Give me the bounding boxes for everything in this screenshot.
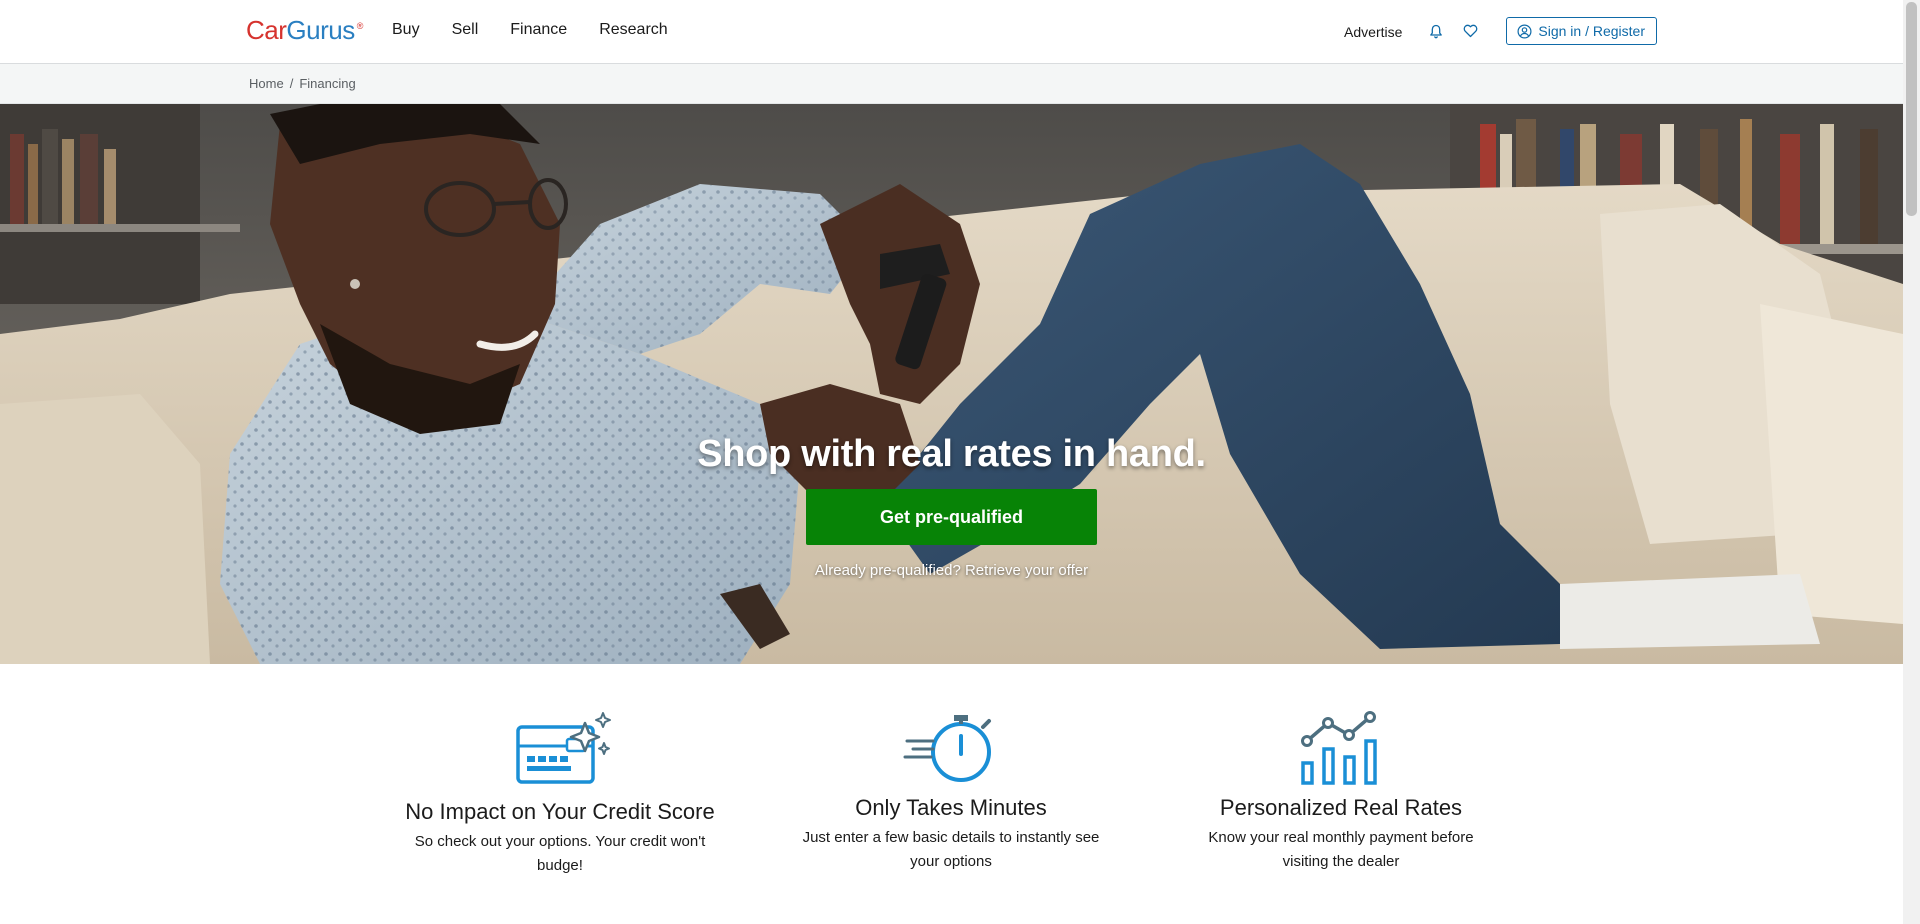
scrollbar-thumb[interactable] [1906, 2, 1917, 216]
feature-real-rates: Personalized Real Rates Know your real m… [1176, 711, 1506, 874]
get-prequalified-button[interactable]: Get pre-qualified [806, 489, 1097, 545]
feature-takes-minutes-title: Only Takes Minutes [855, 795, 1047, 820]
hero-title: Shop with real rates in hand. [697, 433, 1206, 475]
user-circle-icon [1517, 23, 1532, 39]
feature-real-rates-title: Personalized Real Rates [1219, 795, 1463, 820]
breadcrumb-home[interactable]: Home [249, 76, 284, 91]
header-actions: Advertise Sign in / Register [1344, 17, 1657, 45]
page: CarGurus ® Buy Sell Finance Research Adve… [0, 0, 1903, 924]
hero-banner: Shop with real rates in hand. Get pre-qu… [0, 104, 1903, 664]
feature-credit-score: No Impact on Your Credit Score So check … [395, 711, 725, 878]
advertise-link[interactable]: Advertise [1344, 24, 1402, 40]
hero-photo [0, 104, 1903, 664]
signin-register-button[interactable]: Sign in / Register [1506, 17, 1657, 45]
credit-card-sparkle-icon [516, 712, 611, 784]
breadcrumb: Home / Financing [249, 76, 356, 91]
feature-credit-score-title: No Impact on Your Credit Score [405, 799, 715, 824]
breadcrumb-bar: Home / Financing [0, 64, 1903, 104]
stopwatch-icon [903, 715, 991, 782]
bar-chart-trend-icon [1301, 711, 1377, 785]
feature-takes-minutes-text: Just enter a few basic details to instan… [802, 829, 1100, 870]
heart-icon[interactable] [1460, 21, 1480, 41]
page-scrollbar[interactable] [1903, 0, 1920, 924]
signin-label: Sign in / Register [1538, 23, 1645, 39]
breadcrumb-separator: / [289, 76, 294, 91]
retrieve-offer-link[interactable]: Already pre-qualified? Retrieve your off… [0, 562, 1903, 579]
feature-real-rates-text: Know your real monthly payment before vi… [1208, 829, 1474, 870]
nav-sell[interactable]: Sell [452, 21, 479, 39]
nav-finance[interactable]: Finance [510, 21, 567, 39]
nav-research[interactable]: Research [599, 21, 667, 39]
cargurus-logo[interactable]: CarGurus ® [246, 15, 363, 46]
breadcrumb-current: Financing [299, 76, 356, 91]
feature-credit-score-text: So check out your options. Your credit w… [414, 833, 706, 874]
main-nav: Buy Sell Finance Research [392, 21, 700, 39]
bell-icon[interactable] [1426, 21, 1446, 41]
nav-buy[interactable]: Buy [392, 21, 420, 39]
site-header: CarGurus ® Buy Sell Finance Research Adve… [0, 0, 1903, 64]
feature-takes-minutes: Only Takes Minutes Just enter a few basi… [786, 711, 1116, 874]
